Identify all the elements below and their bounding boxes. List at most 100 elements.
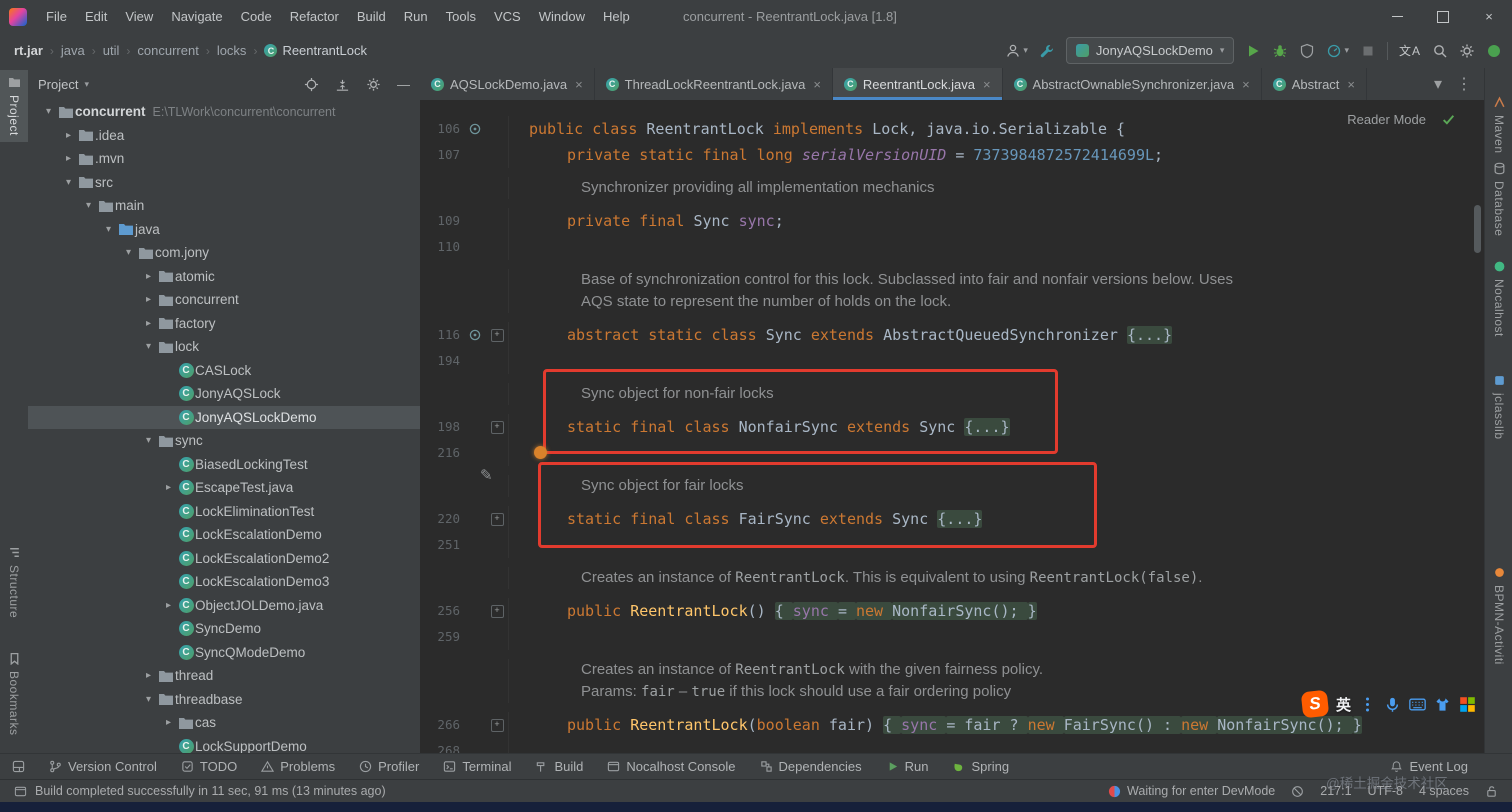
close-icon[interactable]: × — [1242, 77, 1250, 92]
bottombar-item-nocalhost-console[interactable]: Nocalhost Console — [607, 759, 736, 774]
code-line[interactable]: 256 + public ReentrantLock() { sync = new … — [420, 598, 1472, 624]
breadcrumb-item-concurrent[interactable]: concurrent — [137, 43, 198, 58]
bottombar-item-problems[interactable]: Problems — [261, 759, 335, 774]
bottombar-item-terminal[interactable]: Terminal — [443, 759, 511, 774]
tool-stripe-button-database[interactable]: Database — [1485, 156, 1512, 242]
line-number[interactable]: 259 — [420, 624, 464, 650]
bottombar-item-run[interactable]: Run — [886, 759, 928, 774]
tree-chevron-icon[interactable]: ▾ — [60, 177, 77, 188]
settings-gear-icon[interactable] — [1459, 43, 1475, 59]
code-line[interactable]: 259 — [420, 624, 1472, 650]
hidden-tabs-chevron-icon[interactable]: ▾ — [1434, 74, 1442, 94]
tree-chevron-icon[interactable]: ▸ — [140, 318, 157, 329]
keyboard-icon[interactable] — [1409, 696, 1426, 713]
tree-item-java[interactable]: ▾ java — [28, 218, 420, 242]
breadcrumb-item-util[interactable]: util — [103, 43, 120, 58]
tree-chevron-icon[interactable]: ▸ — [140, 271, 157, 282]
close-icon[interactable]: × — [575, 77, 583, 92]
tree-item-locksupportdemo[interactable]: C LockSupportDemo — [28, 735, 420, 753]
menu-item-navigate[interactable]: Navigate — [162, 0, 231, 33]
panel-settings-gear-icon[interactable] — [366, 77, 381, 92]
menu-item-edit[interactable]: Edit — [76, 0, 116, 33]
tool-stripe-button-bookmarks[interactable]: Bookmarks — [0, 646, 28, 742]
tree-item-cas[interactable]: ▸ cas — [28, 711, 420, 735]
tree-item-lock[interactable]: ▾ lock — [28, 335, 420, 359]
fold-marker-icon[interactable]: + — [486, 712, 508, 738]
run-button[interactable] — [1245, 43, 1261, 59]
bottombar-item-version-control[interactable]: Version Control — [49, 759, 157, 774]
fold-marker-icon[interactable]: + — [486, 322, 508, 348]
ime-mode-label[interactable]: 英 — [1336, 694, 1351, 715]
menu-item-tools[interactable]: Tools — [437, 0, 485, 33]
code-line[interactable]: Base of synchronization control for this… — [420, 269, 1472, 291]
tree-chevron-icon[interactable]: ▸ — [140, 670, 157, 681]
tree-item-src[interactable]: ▾ src — [28, 171, 420, 195]
line-number[interactable]: 107 — [420, 142, 464, 168]
line-number[interactable]: 220 — [420, 506, 464, 532]
line-number[interactable]: 109 — [420, 208, 464, 234]
tree-item-com-jony[interactable]: ▾ com.jony — [28, 241, 420, 265]
tree-item-syncqmodedemo[interactable]: C SyncQModeDemo — [28, 641, 420, 665]
tree-chevron-icon[interactable]: ▸ — [160, 717, 177, 728]
breadcrumb-item-reentrantlock[interactable]: C ReentrantLock — [264, 43, 367, 58]
bottombar-item-build[interactable]: Build — [535, 759, 583, 774]
tree-chevron-icon[interactable]: ▾ — [40, 106, 57, 117]
code-line[interactable]: 110 — [420, 234, 1472, 260]
toolbox-grid-icon[interactable] — [1459, 696, 1476, 713]
fold-marker-icon[interactable]: + — [486, 414, 508, 440]
tree-chevron-icon[interactable]: ▸ — [140, 294, 157, 305]
tool-stripe-button-structure[interactable]: Structure — [0, 540, 28, 624]
ime-dots-icon[interactable] — [1359, 696, 1376, 713]
tree-item-lockescalationdemo2[interactable]: C LockEscalationDemo2 — [28, 547, 420, 571]
code-line[interactable]: Synchronizer providing all implementatio… — [420, 177, 1472, 199]
code-line[interactable]: AQS state to represent the number of hol… — [420, 291, 1472, 313]
line-number[interactable]: 116 — [420, 322, 464, 348]
breadcrumb-item-rt-jar[interactable]: rt.jar — [14, 43, 43, 58]
project-panel-title[interactable]: Project — [38, 77, 78, 92]
close-icon[interactable]: × — [983, 77, 991, 92]
menu-item-view[interactable]: View — [116, 0, 162, 33]
devmode-widget[interactable]: Waiting for enter DevMode — [1108, 784, 1275, 798]
code-line[interactable]: 109 private final Sync sync; — [420, 208, 1472, 234]
menu-item-file[interactable]: File — [37, 0, 76, 33]
line-number[interactable]: 266 — [420, 712, 464, 738]
tree-chevron-icon[interactable]: ▸ — [60, 153, 77, 164]
code-line[interactable]: 107 private static final long serialVersi… — [420, 142, 1472, 168]
tool-stripe-button-maven[interactable]: Maven — [1485, 90, 1512, 160]
tree-item-idea[interactable]: ▸ .idea — [28, 124, 420, 148]
close-icon[interactable]: × — [1347, 77, 1355, 92]
tree-item-mvn[interactable]: ▸ .mvn — [28, 147, 420, 171]
translate-icon[interactable]: 文A — [1399, 42, 1421, 59]
nocalhost-status-icon[interactable] — [1486, 43, 1502, 59]
code-line[interactable]: Creates an instance of ReentrantLock wit… — [420, 659, 1472, 681]
line-number[interactable]: 216 — [420, 440, 464, 466]
implemented-marker-icon[interactable] — [464, 322, 486, 348]
close-icon[interactable]: × — [813, 77, 821, 92]
tree-item-lockescalationdemo[interactable]: C LockEscalationDemo — [28, 523, 420, 547]
tree-chevron-icon[interactable]: ▾ — [140, 435, 157, 446]
menu-item-run[interactable]: Run — [395, 0, 437, 33]
tree-item-lockescalationdemo3[interactable]: C LockEscalationDemo3 — [28, 570, 420, 594]
editor-scrollbar[interactable] — [1474, 205, 1481, 253]
line-number[interactable]: 110 — [420, 234, 464, 260]
implemented-marker-icon[interactable] — [464, 116, 486, 142]
tree-item-sync[interactable]: ▾ sync — [28, 429, 420, 453]
bottombar-item-spring[interactable]: Spring — [952, 759, 1009, 774]
line-number[interactable]: 106 — [420, 116, 464, 142]
tab-options-kebab-icon[interactable]: ⋮ — [1456, 74, 1472, 94]
code-line[interactable]: 116 + abstract static class Sync extends A… — [420, 322, 1472, 348]
menu-item-window[interactable]: Window — [530, 0, 594, 33]
status-message[interactable]: Build completed successfully in 11 sec, … — [35, 784, 386, 798]
lock-icon[interactable] — [1485, 785, 1498, 798]
fold-marker-icon[interactable]: + — [486, 598, 508, 624]
editor-tab-aqslockdemo-java[interactable]: C AQSLockDemo.java × — [420, 68, 595, 100]
bottombar-item-dependencies[interactable]: Dependencies — [760, 759, 862, 774]
breadcrumb-item-java[interactable]: java — [61, 43, 85, 58]
tree-chevron-icon[interactable]: ▾ — [120, 247, 137, 258]
menu-item-vcs[interactable]: VCS — [485, 0, 530, 33]
tree-item-caslock[interactable]: C CASLock — [28, 359, 420, 383]
collapse-all-icon[interactable] — [335, 77, 350, 92]
line-number[interactable]: 268 — [420, 738, 464, 753]
menu-item-refactor[interactable]: Refactor — [281, 0, 348, 33]
tree-chevron-icon[interactable]: ▸ — [60, 130, 77, 141]
